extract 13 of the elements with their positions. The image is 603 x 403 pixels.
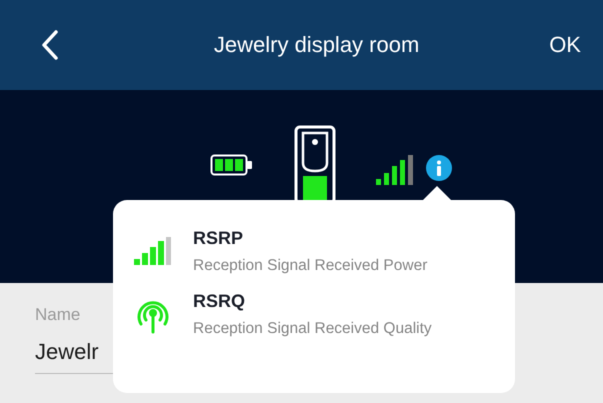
ok-button[interactable]: OK xyxy=(549,32,581,58)
screen-title: Jewelry display room xyxy=(214,32,420,58)
back-chevron-icon xyxy=(40,29,60,61)
legend-description: Reception Signal Received Quality xyxy=(193,320,432,338)
legend-title: RSRQ xyxy=(193,291,246,312)
battery-icon xyxy=(210,154,254,176)
signal-bars-icon xyxy=(376,155,414,185)
name-label: Name xyxy=(35,305,80,325)
back-button[interactable] xyxy=(40,29,60,61)
legend-title: RSRP xyxy=(193,228,244,249)
info-icon[interactable] xyxy=(426,155,452,181)
signal-bars-icon xyxy=(133,236,173,266)
legend-description: Reception Signal Received Power xyxy=(193,257,428,275)
